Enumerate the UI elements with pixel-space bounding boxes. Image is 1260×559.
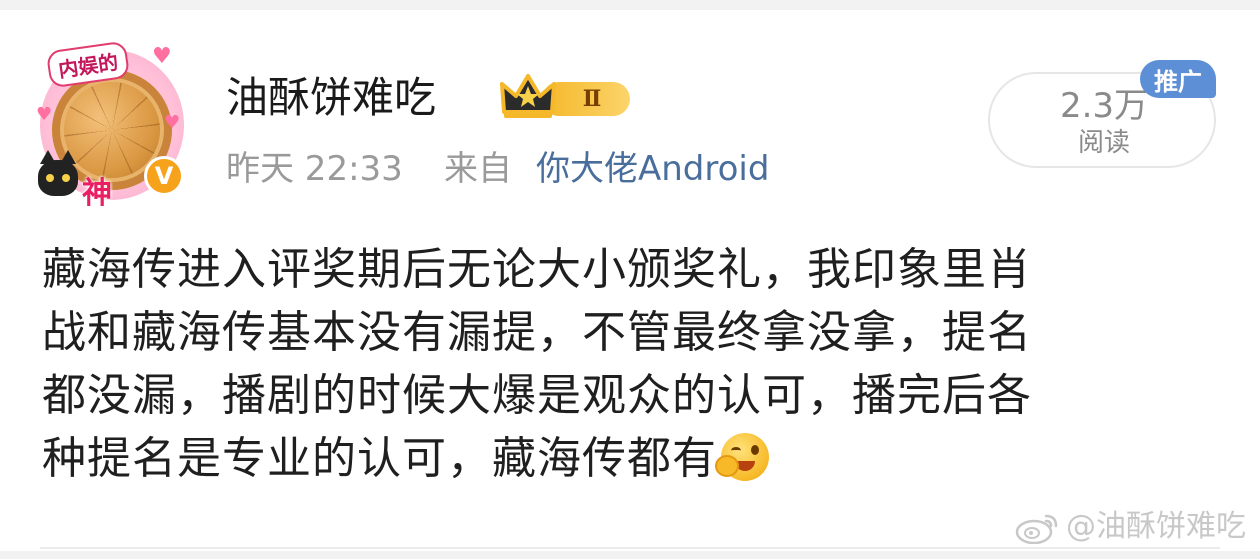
- avatar[interactable]: ♥ ♥ ♥ 内娱的 神 V: [34, 40, 190, 211]
- post-line: 藏海传进入评奖期后无论大小颁奖礼，我印象里肖: [42, 244, 1032, 295]
- level-badge[interactable]: Ⅱ: [498, 72, 634, 122]
- cat-icon: [38, 150, 78, 196]
- post-line: 战和藏海传基本没有漏提，不管最终拿没拿，提名: [42, 307, 1032, 358]
- top-divider: [0, 0, 1260, 10]
- heart-icon: ♥: [152, 44, 172, 69]
- watermark: @油酥饼难吃: [1014, 507, 1246, 547]
- read-label: 阅读: [1077, 128, 1130, 158]
- promo-tag[interactable]: 推广: [1140, 60, 1216, 98]
- verified-badge-icon: V: [144, 156, 184, 196]
- post-line-text: 种提名是专业的认可，藏海传都有: [42, 433, 717, 484]
- post-timestamp: 昨天 22:33: [226, 149, 403, 189]
- bottom-divider: [0, 551, 1260, 559]
- avatar-frame-text: 神: [82, 176, 112, 211]
- crown-icon: [500, 74, 556, 118]
- wink-emoji-icon: [715, 433, 769, 481]
- post-body: 藏海传进入评奖期后无论大小颁奖礼，我印象里肖 战和藏海传基本没有漏提，不管最终拿…: [42, 238, 1232, 490]
- source-prefix: 来自: [444, 149, 512, 189]
- divider: [40, 547, 1220, 549]
- heart-icon: ♥: [36, 104, 53, 125]
- watermark-text: @油酥饼难吃: [1066, 509, 1246, 544]
- heart-icon: ♥: [164, 112, 181, 133]
- post-line: 都没漏，播剧的时候大爆是观众的认可，播完后各: [42, 370, 1032, 421]
- source-link[interactable]: 你大佬Android: [536, 145, 769, 193]
- username[interactable]: 油酥饼难吃: [226, 70, 436, 126]
- weibo-logo-icon: [1015, 514, 1058, 544]
- post-line-last: 种提名是专业的认可，藏海传都有: [42, 427, 1232, 490]
